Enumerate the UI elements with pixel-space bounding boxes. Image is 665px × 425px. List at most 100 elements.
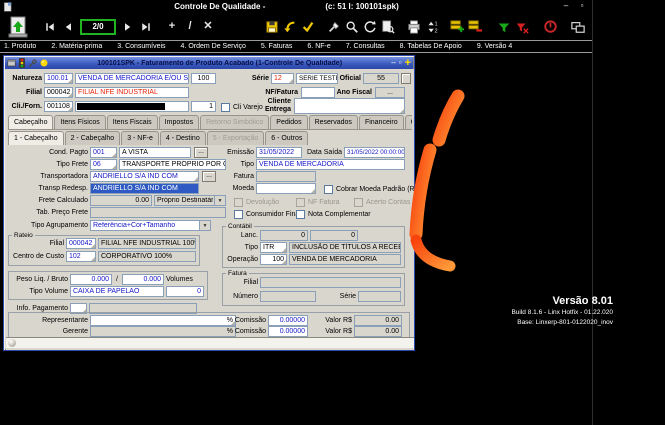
operacao-code-field[interactable]: 100	[260, 254, 287, 265]
peso-bruto-field[interactable]: 0.000	[122, 274, 164, 285]
menu-faturas[interactable]: 5. Faturas	[261, 43, 293, 50]
print-button[interactable]	[405, 15, 423, 39]
edit-record-button[interactable]: /	[181, 15, 199, 39]
cond-pagto-code-field[interactable]: 001	[90, 147, 117, 158]
peso-liq-bruto-label: Peso Liq. / Bruto	[10, 274, 68, 285]
tipo-frete-desc-field[interactable]: TRANSPORTE PRÓPRIO POR CONTA D	[119, 159, 226, 170]
comissao1-field[interactable]: 0.00000	[268, 315, 308, 326]
clear-filter-button[interactable]	[513, 15, 531, 39]
subtab-2-cabecalho[interactable]: 2 - Cabeçalho	[65, 131, 121, 145]
menu-tabelas-de-apoio[interactable]: 8. Tabelas De Apoio	[400, 43, 462, 50]
delete-record-button[interactable]: ✕	[199, 15, 217, 39]
menu-consultas[interactable]: 7. Consultas	[346, 43, 385, 50]
form-restore-button[interactable]: ▫	[399, 59, 402, 67]
natureza-desc-field[interactable]: VENDA DE MERCADORIA E/OU SERVI	[75, 73, 189, 84]
nf-fatura-field[interactable]	[301, 87, 335, 98]
data-saida-field[interactable]: 31/05/2022 00:00:00	[344, 147, 405, 158]
refresh-button[interactable]	[361, 15, 379, 39]
ano-fiscal-label: Ano Fiscal	[336, 87, 372, 98]
app-titlebar: Controle De Qualidade - (c: 51 l: 100101…	[0, 0, 592, 13]
transp-redesp-field[interactable]: ANDRIELLO S/A IND COM	[90, 183, 199, 194]
menu-ordem-de-servico[interactable]: 4. Ordem De Serviço	[181, 43, 246, 50]
emissao-field[interactable]: 31/05/2022	[256, 147, 302, 158]
cli-forn-code-field[interactable]: 001108	[44, 101, 73, 112]
tipo-agrupamento-dropdown[interactable]: Referência+Cor+Tamanho ▼	[90, 220, 211, 231]
preview-button[interactable]	[379, 15, 397, 39]
new-document-button[interactable]	[3, 14, 33, 40]
filter-button[interactable]	[495, 15, 513, 39]
save-button[interactable]	[263, 15, 281, 39]
cascade-windows-icon	[570, 20, 586, 34]
sort-button[interactable]: 12	[423, 15, 441, 39]
subtab-6-outros[interactable]: 6 - Outros	[265, 131, 308, 145]
first-record-button[interactable]	[41, 15, 59, 39]
tipo-frete-code-field[interactable]: 06	[90, 159, 117, 170]
undo-button[interactable]	[281, 15, 299, 39]
maximize-button[interactable]: ▫	[576, 2, 588, 11]
tipo-field[interactable]: VENDA DE MERCADORIA	[256, 159, 405, 170]
tab-itens-fisicos[interactable]: Itens Físicos	[54, 115, 105, 129]
form-minimize-button[interactable]: –	[391, 59, 395, 67]
record-counter: 2/0	[80, 19, 116, 35]
tab-preco-frete-field	[90, 207, 226, 218]
menu-materia-prima[interactable]: 2. Matéria-prima	[51, 43, 102, 50]
centro-custo-code-field[interactable]: 102	[66, 251, 96, 262]
transportadora-lookup-button[interactable]: ...	[202, 171, 216, 182]
add-list-button[interactable]	[447, 15, 465, 39]
tab-impostos[interactable]: Impostos	[159, 115, 199, 129]
cond-pagto-desc-field[interactable]: A VISTA	[119, 147, 191, 158]
confirm-button[interactable]	[299, 15, 317, 39]
consumidor-final-checkbox[interactable]: Consumidor Final	[234, 209, 301, 219]
contabil-tipo-code-field[interactable]: ITR	[260, 242, 287, 253]
cliente-entrega-field[interactable]	[294, 98, 405, 114]
peso-liq-field[interactable]: 0.000	[70, 274, 112, 285]
nota-complementar-checkbox[interactable]: Nota Complementar	[296, 209, 371, 219]
clear-button[interactable]	[325, 15, 343, 39]
tab-cabecalho[interactable]: Cabeçalho	[8, 115, 53, 129]
serie-desc-field[interactable]: SERIE TESTE 01.1	[296, 73, 338, 84]
chevron-down-icon[interactable]: ▼	[199, 221, 210, 230]
natureza-code-field[interactable]: 100.01	[44, 73, 73, 84]
comissao2-field[interactable]: 0.00000	[268, 326, 308, 337]
tab-pedidos[interactable]: Pedidos	[270, 115, 307, 129]
remove-list-button[interactable]	[465, 15, 483, 39]
windows-button[interactable]	[569, 15, 587, 39]
filial-desc-field[interactable]: FILIAL NFE INDUSTRIAL	[75, 87, 189, 98]
next-record-button[interactable]	[119, 15, 137, 39]
subtab-3-nfe[interactable]: 3 - NF-e	[121, 131, 159, 145]
search-icon	[345, 20, 359, 34]
natureza-num-field[interactable]: 100	[191, 73, 216, 84]
volumes-field[interactable]: 0	[166, 286, 204, 297]
cli-forn-name-field[interactable]	[75, 101, 189, 112]
main-toolbar: 2/0 + / ✕	[0, 13, 592, 41]
filial-code-field[interactable]: 000042	[44, 87, 73, 98]
transportadora-field[interactable]: ANDRIELLO S/A IND COM	[90, 171, 199, 182]
search-button[interactable]	[343, 15, 361, 39]
tipo-volume-field[interactable]: CAIXA DE PAPELAO	[70, 286, 164, 297]
subtab-1-cabecalho[interactable]: 1 - Cabeçalho	[8, 131, 64, 145]
wrench-icon	[28, 59, 37, 68]
tab-itens-fiscais[interactable]: Itens Fiscais	[107, 115, 158, 129]
menu-consumiveis[interactable]: 3. Consumíveis	[117, 43, 165, 50]
lanc2-field: 0	[310, 230, 358, 241]
menu-nfe[interactable]: 6. NF-e	[307, 43, 330, 50]
menu-versao-4[interactable]: 9. Versão 4	[477, 43, 512, 50]
tab-financeiro[interactable]: Financeiro	[359, 115, 404, 129]
menu-produto[interactable]: 1. Produto	[4, 43, 36, 50]
tipo-agrupamento-label: Tipo Agrupamento	[6, 220, 88, 231]
prev-record-button[interactable]	[59, 15, 77, 39]
last-record-button[interactable]	[137, 15, 155, 39]
moeda-field[interactable]	[256, 183, 316, 194]
form-add-button[interactable]: +	[405, 59, 411, 67]
oficial-button[interactable]	[401, 73, 411, 84]
cli-forn-num-field[interactable]: 1	[191, 101, 216, 112]
add-record-button[interactable]: +	[163, 15, 181, 39]
subtab-4-destino[interactable]: 4 - Destino	[160, 131, 206, 145]
cancel-button[interactable]	[541, 15, 559, 39]
cond-pagto-lookup-button[interactable]: ...	[194, 147, 208, 158]
serie-code-field[interactable]: 12	[271, 73, 294, 84]
rateio-filial-code-field[interactable]: 000042	[66, 238, 96, 249]
minimize-button[interactable]: –	[560, 2, 572, 11]
representante-field[interactable]	[90, 315, 236, 326]
tab-reservados[interactable]: Reservados	[309, 115, 358, 129]
